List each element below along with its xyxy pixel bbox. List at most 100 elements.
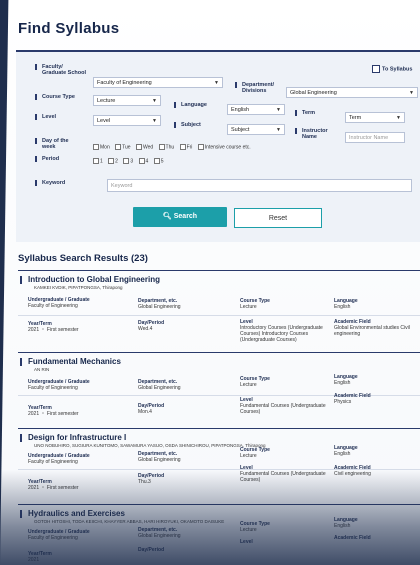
chevron-down-icon: ▼ [214,80,219,86]
course-type-select[interactable]: Lecture ▼ [93,95,161,106]
day-cell: Day/Period Wed.4 [138,320,164,332]
language-cell: Language English [334,298,358,310]
department-select-value: Global Engineering [290,90,337,96]
department-cell: Department, etc. Global Engineering [138,527,181,539]
course-title[interactable]: Design for Infrastructure I [19,433,126,442]
field-value: Global Environmental studies Civil engin… [334,325,410,337]
language-select[interactable]: English ▼ [227,104,285,115]
period-label: Period [34,156,60,162]
subject-select-value: Subject [231,127,250,133]
term-select-value: Term [349,115,362,121]
course-type-value: Lecture [240,304,257,310]
subject-select[interactable]: Subject ▼ [227,124,285,135]
checkbox-icon [135,144,142,150]
school-cell: Undergraduate / Graduate Faculty of Engin… [28,529,90,541]
period-checkbox[interactable]: 5 [153,158,163,164]
language-cell: Language English [334,445,358,457]
search-icon: 🔍︎ [162,213,172,220]
course-instructors: GOTOH HITOSHI, TODA KEIICHI, KHAYYER ABB… [34,519,225,524]
checkbox-icon [158,144,165,150]
day-name: Tue [122,144,131,151]
checkbox-icon [179,144,186,150]
department-cell: Department, etc. Global Engineering [138,451,181,463]
faculty-label: Faculty/ Graduate School [35,64,87,76]
intensive-label: Intensive course etc. [204,144,251,151]
course-type-cell: Course Type Lecture [240,376,270,388]
period-checkbox[interactable]: 4 [138,158,149,165]
day-checkbox[interactable]: Wed [135,144,154,151]
term-select[interactable]: Term ▼ [345,112,405,123]
period-number: 4 [145,158,149,165]
chevron-down-icon: ▼ [152,118,157,124]
period-checkbox[interactable]: 3 [123,158,133,164]
field-value: Civil engineering [334,471,371,477]
day-name: Wed [142,144,154,151]
day-name: Thu [165,144,175,151]
course-type-cell: Course Type Lecture [240,521,270,533]
faculty-select-value: Faculty of Engineering [97,80,152,86]
instructor-label: Instructor Name [295,128,336,140]
field-cell: Academic Field [334,535,418,541]
checkbox-icon [153,158,160,164]
course-title[interactable]: Introduction to Global Engineering [20,275,160,284]
department-value: Global Engineering [138,385,181,391]
period-checkbox[interactable]: 2 [108,158,118,164]
department-value: Global Engineering [138,533,181,539]
chevron-down-icon: ▼ [276,127,281,133]
department-value: Global Engineering [138,304,181,310]
course-type-value: Lecture [240,453,257,459]
day-value: Thu.3 [138,479,151,485]
faculty-select[interactable]: Faculty of Engineering ▼ [93,77,223,88]
level-label: Level [240,539,253,545]
day-checkbox[interactable]: Mon [93,144,110,150]
school-value: Faculty of Engineering [28,535,78,541]
period-checkbox[interactable]: 1 [93,158,103,164]
chevron-down-icon: ▼ [409,90,414,96]
language-label: Language [174,102,207,108]
course-title[interactable]: Fundamental Mechanics [20,357,121,366]
course-type-cell: Course Type Lecture [240,447,270,459]
term-label: Term [294,110,316,116]
checkbox-icon [108,158,115,164]
year-cell: Year/Term 2021 ・ First semester [28,321,79,333]
result-card[interactable]: Design for Infrastructure I UNO NOBUHIRO… [18,428,420,505]
to-syllabus-toggle[interactable]: To Syllabus [372,65,412,73]
result-card[interactable]: Hydraulics and Exercises GOTOH HITOSHI, … [18,504,420,565]
intensive-checkbox[interactable]: Intensive course etc. [197,144,251,151]
checkbox-icon [115,144,122,150]
field-cell: Academic Field Physics [334,393,418,405]
keyword-input[interactable]: Keyword [107,179,412,192]
course-instructors: UNO NOBUHIRO, SUGIURA KUNITOMO, SAWAMURA… [34,443,266,448]
level-select-value: Level [97,118,111,124]
course-type-label: Course Type [35,94,75,100]
year-value: 2021 ・ First semester [28,411,79,417]
result-card[interactable]: Fundamental Mechanics AN RIN Undergradua… [18,352,420,429]
day-checkbox[interactable]: Thu [158,144,175,151]
search-button[interactable]: 🔍︎ Search [133,207,227,227]
level-select[interactable]: Level ▼ [93,115,161,126]
course-type-cell: Course Type Lecture [240,298,270,310]
course-type-value: Lecture [240,527,257,533]
school-value: Faculty of Engineering [28,385,78,391]
result-card[interactable]: Introduction to Global Engineering KAMKE… [18,270,420,361]
department-select[interactable]: Global Engineering ▼ [286,87,418,98]
level-value: Introductory Courses (Undergraduate Cour… [240,325,323,343]
day-checkbox[interactable]: Fri [179,144,192,150]
subject-label: Subject [174,122,201,128]
instructor-input[interactable]: Instructor Name [345,132,405,143]
year-value: 2021 [28,557,40,563]
course-instructors: AN RIN [34,367,50,372]
reset-button[interactable]: Reset [234,208,322,228]
level-label: Level [34,114,57,120]
school-cell: Undergraduate / Graduate Faculty of Engin… [28,297,90,309]
checkbox-icon [197,144,204,150]
department-value: Global Engineering [138,457,181,463]
results-title: Syllabus Search Results (23) [18,253,148,264]
course-title[interactable]: Hydraulics and Exercises [20,509,125,518]
department-label: Department/ Divisions [235,82,292,94]
year-cell: Year/Term 2021 ・ First semester [28,405,79,417]
language-value: English [334,523,351,529]
checkbox-icon [372,65,380,73]
language-select-value: English [231,107,250,113]
day-checkbox[interactable]: Tue [115,144,131,151]
